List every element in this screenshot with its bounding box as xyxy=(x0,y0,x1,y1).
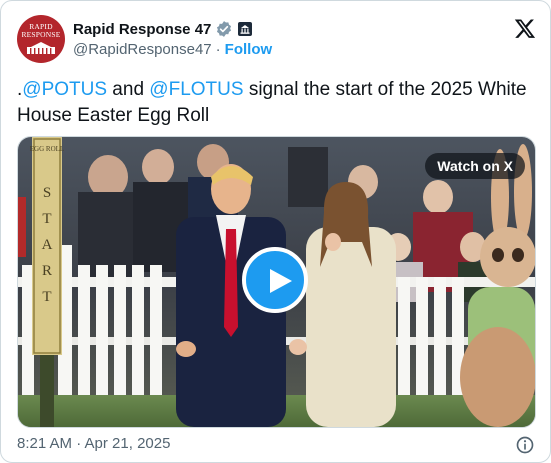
watch-on-x-button[interactable]: Watch on X xyxy=(425,153,525,179)
sign-letter: R xyxy=(42,263,52,279)
video-media[interactable]: EGG ROLL S T A R T Watch on X xyxy=(17,136,536,428)
sign-letter: T xyxy=(42,289,51,305)
follow-button[interactable]: Follow xyxy=(225,41,273,58)
sign-top-text: EGG ROLL xyxy=(30,145,64,153)
tweet-card: RAPID RESPONSE Rapid Response 47 @RapidR… xyxy=(0,0,551,463)
tweet-header: RAPID RESPONSE Rapid Response 47 @RapidR… xyxy=(17,15,537,65)
name-row: Rapid Response 47 xyxy=(73,19,253,39)
white-house-logo-icon xyxy=(27,42,55,54)
sign-letter: T xyxy=(42,211,51,227)
sign-letter: A xyxy=(42,237,53,253)
play-icon xyxy=(270,269,292,293)
separator-dot: · xyxy=(215,41,221,58)
handle-row: @RapidResponse47 · Follow xyxy=(73,41,272,58)
tweet-footer: 8:21 AM · Apr 21, 2025 xyxy=(17,435,537,457)
play-button[interactable] xyxy=(242,247,308,313)
display-name[interactable]: Rapid Response 47 xyxy=(73,21,211,38)
account-handle[interactable]: @RapidResponse47 xyxy=(73,41,212,58)
tweet-text: .@POTUS and @FLOTUS signal the start of … xyxy=(17,77,537,129)
avatar[interactable]: RAPID RESPONSE xyxy=(17,15,65,63)
sign-letter: S xyxy=(43,185,51,201)
verified-badge-icon xyxy=(217,21,232,37)
tweet-text-part1: and xyxy=(107,79,150,100)
mention-potus[interactable]: @POTUS xyxy=(22,79,107,100)
mention-flotus[interactable]: @FLOTUS xyxy=(149,79,243,100)
government-affiliation-icon xyxy=(238,22,253,36)
avatar-logo-text: RAPID RESPONSE xyxy=(21,22,61,39)
x-logo-icon[interactable] xyxy=(513,17,537,41)
info-icon[interactable] xyxy=(515,435,535,455)
timestamp[interactable]: 8:21 AM · Apr 21, 2025 xyxy=(17,435,170,452)
